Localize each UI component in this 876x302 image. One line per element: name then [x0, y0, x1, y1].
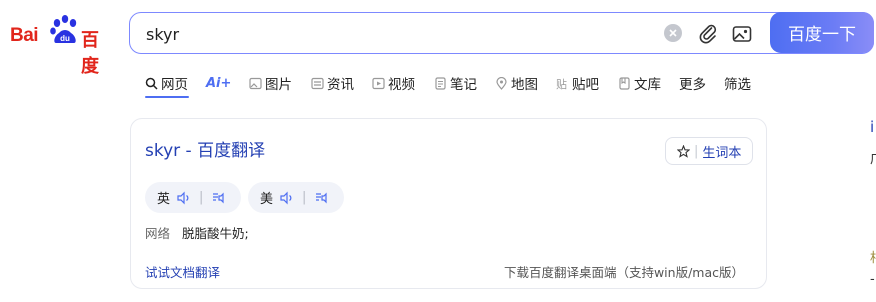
document-translate-link[interactable]: 试试文档翻译 — [145, 262, 220, 281]
result-title-link[interactable]: skyr - 百度翻译 — [145, 136, 265, 161]
logo-text-bai: Bai — [10, 25, 39, 46]
tab-label: 贴吧 — [572, 77, 599, 93]
definition-label: 网络 — [145, 226, 171, 241]
tab-label: 笔记 — [450, 77, 477, 93]
star-icon — [677, 144, 690, 158]
tab-more[interactable]: 更多 — [679, 72, 706, 94]
pronunciation-us: 美 | — [248, 182, 344, 213]
tab-label: 资讯 — [327, 77, 354, 93]
tab-label: 更多 — [679, 77, 706, 93]
tab-label: 筛选 — [724, 77, 751, 93]
clear-button[interactable] — [664, 24, 682, 42]
video-icon — [372, 77, 385, 89]
search-icon — [145, 77, 158, 90]
tab-news[interactable]: 资讯 — [311, 72, 354, 94]
tieba-icon: 贴 — [556, 77, 567, 90]
speaker-icon[interactable] — [279, 191, 295, 205]
tab-wenku[interactable]: 文库 — [618, 72, 661, 94]
search-submit-button[interactable]: 百度一下 — [770, 12, 874, 53]
active-tab-indicator — [145, 96, 189, 98]
vocabulary-label: 生词本 — [702, 145, 742, 161]
right-panel-fragment: 广 — [870, 148, 876, 166]
divider: | — [199, 190, 204, 205]
tab-label: 文库 — [634, 77, 661, 93]
search-input[interactable] — [144, 22, 648, 46]
logo-text-cn: 百度 — [81, 30, 99, 77]
divider: | — [302, 190, 307, 205]
right-panel-fragment: i — [870, 118, 875, 136]
image-icon — [249, 77, 262, 89]
tab-map[interactable]: 地图 — [495, 72, 538, 94]
tab-tieba[interactable]: 贴 贴吧 — [556, 72, 599, 94]
speaker-icon[interactable] — [176, 191, 192, 205]
pronunciation-uk: 英 | — [145, 182, 241, 213]
note-icon — [435, 76, 446, 90]
tab-label: 网页 — [161, 77, 188, 93]
ai-icon: Ai+ — [206, 75, 232, 91]
tab-images[interactable]: 图片 — [249, 72, 292, 94]
wenku-icon — [619, 76, 630, 90]
search-box: 百度一下 — [129, 12, 874, 54]
baidu-logo[interactable]: Bai du 百度 — [10, 14, 114, 77]
desktop-download-link[interactable]: 下载百度翻译桌面端（支持win版/mac版） — [504, 262, 744, 281]
pron-label-us: 美 — [260, 192, 274, 207]
definition-row: 网络 脱脂酸牛奶; — [145, 223, 249, 242]
tab-web[interactable]: 网页 — [145, 72, 188, 94]
close-icon — [669, 29, 677, 37]
svg-text:贴: 贴 — [556, 77, 567, 90]
tab-notes[interactable]: 笔记 — [434, 72, 477, 94]
tab-label: 视频 — [388, 77, 415, 93]
vocabulary-button[interactable]: | 生词本 — [665, 137, 753, 165]
pron-label-uk: 英 — [157, 192, 171, 207]
right-panel-fragment: 相 — [870, 247, 876, 265]
tab-video[interactable]: 视频 — [372, 72, 415, 94]
attachment-icon[interactable] — [697, 22, 719, 44]
image-search-icon[interactable] — [731, 23, 753, 45]
divider: | — [694, 143, 699, 159]
tab-ai[interactable]: Ai+ — [206, 72, 231, 94]
logo-text-du: du — [60, 34, 70, 43]
definition-value: 脱脂酸牛奶; — [182, 226, 249, 241]
news-icon — [311, 77, 324, 89]
right-panel-fragment: - — [870, 272, 875, 287]
paw-icon: du — [50, 15, 77, 43]
tab-label: 图片 — [265, 77, 292, 93]
translation-card: skyr - 百度翻译 | 生词本 英 | 美 | 网络 脱脂酸牛奶; 试试文档… — [130, 118, 767, 289]
follow-read-icon[interactable] — [210, 191, 226, 205]
follow-read-icon[interactable] — [313, 191, 329, 205]
tab-label: 地图 — [511, 77, 538, 93]
tab-filter[interactable]: 筛选 — [724, 72, 751, 94]
map-icon — [496, 76, 507, 90]
